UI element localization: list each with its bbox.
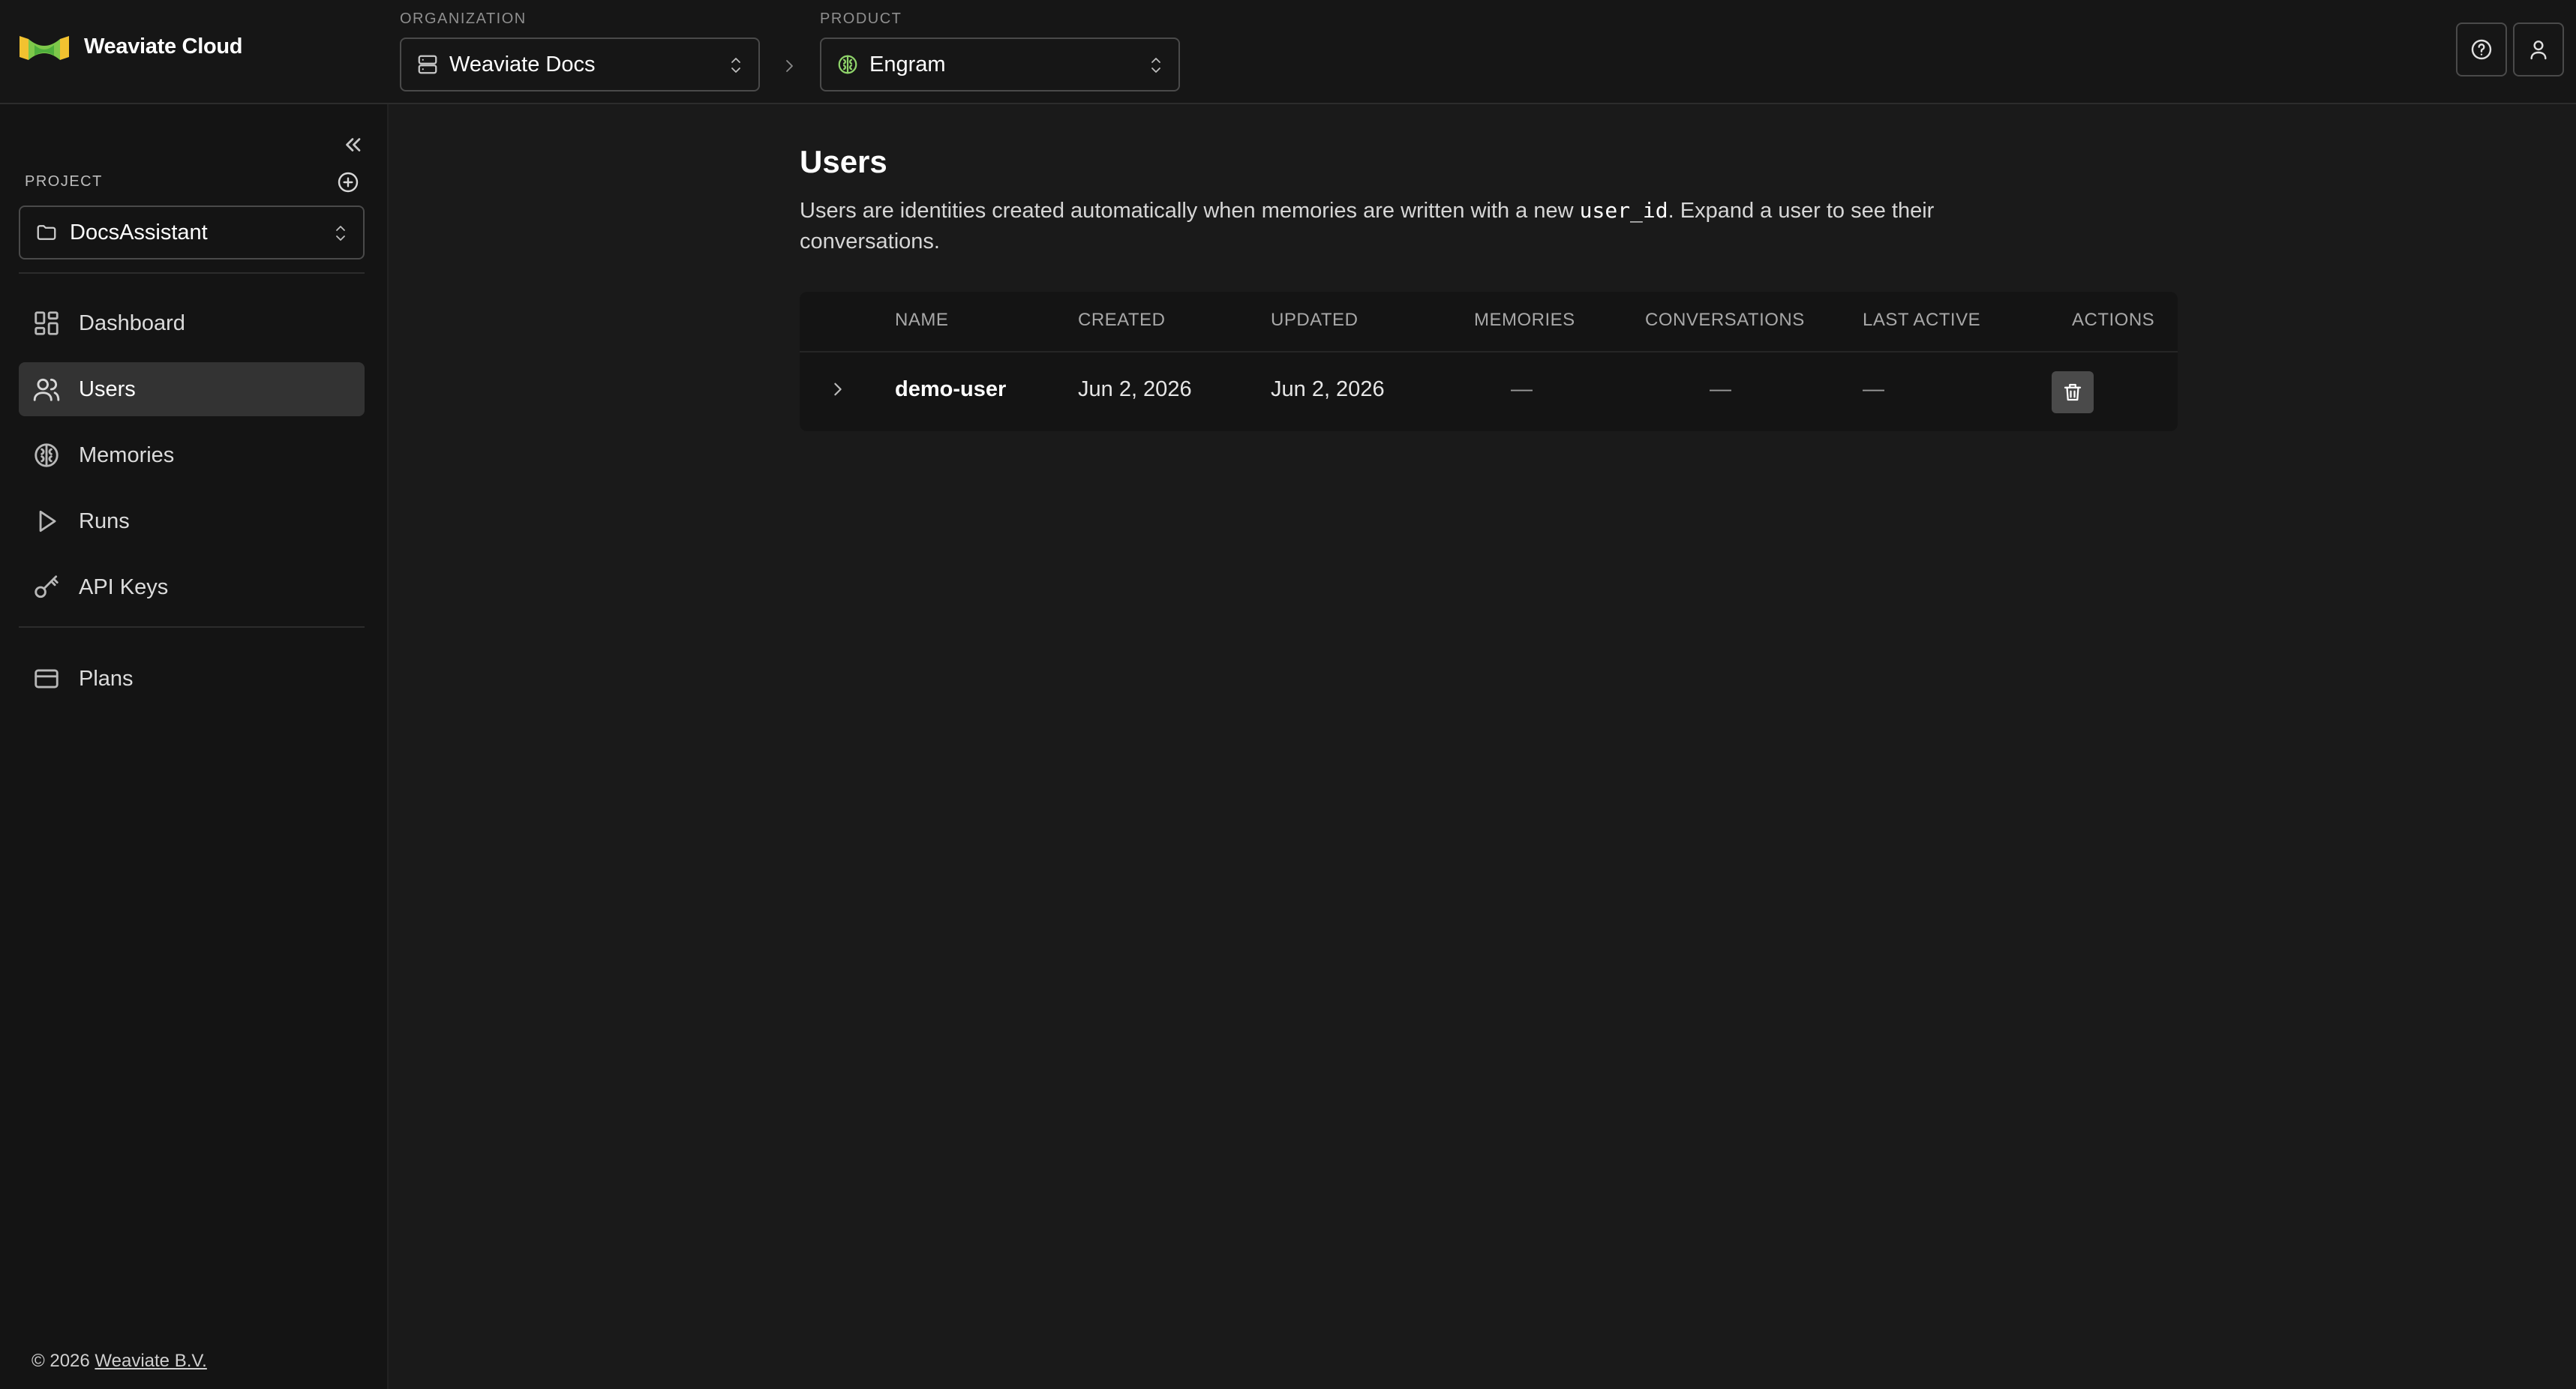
weaviate-logo-icon (18, 30, 71, 63)
users-table: NAME CREATED UPDATED MEMORIES CONVERSATI… (800, 292, 2178, 431)
play-icon (32, 507, 61, 536)
sidebar-item-users[interactable]: Users (19, 362, 365, 416)
description-text: Users are identities created automatical… (800, 199, 1580, 223)
page-description: Users are identities created automatical… (800, 195, 1940, 257)
chevron-up-down-icon (727, 54, 745, 76)
users-icon (32, 375, 61, 404)
user-name[interactable]: demo-user (895, 377, 1006, 402)
user-conversations: — (1710, 377, 1731, 401)
user-id-code: user_id (1579, 198, 1668, 223)
help-circle-icon (2469, 38, 2493, 62)
brain-icon (32, 441, 61, 470)
add-project-icon[interactable] (336, 170, 360, 194)
sidebar-item-label: Dashboard (79, 310, 185, 335)
product-label: PRODUCT (820, 10, 902, 27)
divider (19, 272, 365, 274)
sidebar-item-runs[interactable]: Runs (19, 494, 365, 548)
user-updated: Jun 2, 2026 (1271, 377, 1385, 401)
brand-name: Weaviate Cloud (84, 34, 243, 58)
header-divider (800, 351, 2178, 352)
column-header-memories[interactable]: MEMORIES (1474, 310, 1575, 331)
chevron-up-down-icon (1147, 54, 1165, 76)
brain-icon (836, 53, 859, 76)
credit-card-icon (32, 664, 61, 693)
server-icon (416, 53, 439, 76)
product-value: Engram (869, 52, 946, 76)
organization-value: Weaviate Docs (449, 52, 596, 76)
sidebar-item-label: Plans (79, 666, 134, 691)
account-button[interactable] (2513, 22, 2564, 76)
user-created: Jun 2, 2026 (1078, 377, 1192, 401)
sidebar-item-api-keys[interactable]: API Keys (19, 560, 365, 614)
dashboard-icon (32, 309, 61, 338)
sidebar-item-label: Memories (79, 442, 175, 467)
project-select[interactable]: DocsAssistant (19, 206, 365, 260)
column-header-created[interactable]: CREATED (1078, 310, 1165, 331)
top-bar: Weaviate Cloud ORGANIZATION Weaviate Doc… (0, 0, 2576, 104)
column-header-actions: ACTIONS (2072, 310, 2155, 330)
chevron-up-down-icon (332, 222, 350, 244)
delete-user-button[interactable] (2052, 371, 2094, 413)
divider (19, 626, 365, 628)
trash-icon (2061, 381, 2084, 404)
folder-icon (35, 221, 58, 244)
sidebar-item-dashboard[interactable]: Dashboard (19, 296, 365, 350)
column-header-updated[interactable]: UPDATED (1271, 310, 1358, 331)
project-label: PROJECT (25, 173, 103, 190)
project-value: DocsAssistant (70, 220, 208, 244)
sidebar-item-label: Users (79, 376, 136, 401)
column-header-name[interactable]: NAME (895, 310, 948, 331)
key-icon (32, 573, 61, 602)
column-header-last-active[interactable]: LAST ACTIVE (1863, 310, 1980, 331)
copyright-text: © 2026 (32, 1351, 90, 1371)
company-link[interactable]: Weaviate B.V. (95, 1351, 206, 1371)
column-header-conversations[interactable]: CONVERSATIONS (1645, 310, 1805, 331)
product-select[interactable]: Engram (820, 38, 1180, 92)
user-last-active: — (1863, 377, 1884, 401)
sidebar-item-memories[interactable]: Memories (19, 428, 365, 482)
organization-select[interactable]: Weaviate Docs (400, 38, 760, 92)
sidebar-item-plans[interactable]: Plans (19, 652, 365, 706)
brand[interactable]: Weaviate Cloud (18, 30, 243, 63)
sidebar-item-label: API Keys (79, 574, 169, 599)
help-button[interactable] (2456, 22, 2507, 76)
chevron-right-icon (780, 56, 798, 76)
user-memories: — (1511, 377, 1533, 401)
sidebar-item-label: Runs (79, 508, 130, 533)
page-title: Users (800, 144, 887, 179)
sidebar: PROJECT DocsAssistant Dashboard Users Me… (0, 104, 389, 1389)
user-icon (2526, 38, 2550, 62)
footer: © 2026 Weaviate B.V. (32, 1351, 207, 1372)
collapse-sidebar-icon[interactable] (339, 131, 366, 158)
organization-label: ORGANIZATION (400, 10, 527, 27)
chevron-right-icon[interactable] (827, 376, 849, 402)
